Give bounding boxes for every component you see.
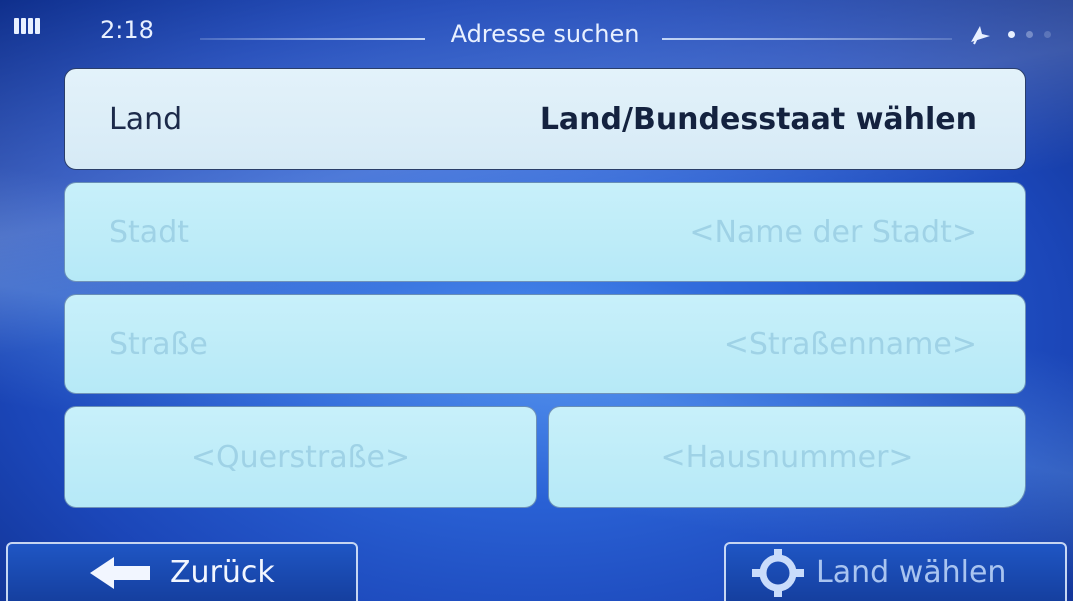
street-label: Straße — [109, 326, 208, 362]
city-placeholder: <Name der Stadt> — [689, 214, 977, 250]
cross-street-field[interactable]: <Querstraße> — [64, 406, 537, 508]
house-number-placeholder: <Hausnummer> — [660, 439, 914, 475]
status-bar: 2:18 Adresse suchen — [0, 0, 1073, 58]
title-divider-left — [200, 38, 425, 40]
country-field[interactable]: Land Land/Bundesstaat wählen — [64, 68, 1026, 170]
title-divider-right — [662, 38, 952, 40]
gps-signal-dot — [1044, 31, 1051, 38]
country-value: Land/Bundesstaat wählen — [539, 101, 977, 137]
gps-satellite-icon — [971, 26, 990, 45]
back-label: Zurück — [170, 555, 275, 590]
back-button[interactable]: Zurück — [6, 542, 358, 601]
battery-icon — [14, 18, 44, 38]
screen-title: Adresse suchen — [450, 20, 640, 48]
select-country-label: Land wählen — [816, 555, 1007, 590]
cross-street-placeholder: <Querstraße> — [190, 439, 411, 475]
house-number-field[interactable]: <Hausnummer> — [548, 406, 1026, 508]
gps-status — [968, 22, 1058, 46]
country-label: Land — [109, 101, 183, 137]
gps-signal-dot — [1008, 31, 1015, 38]
select-country-button[interactable]: Land wählen — [724, 542, 1067, 601]
gps-signal-dot — [1026, 31, 1033, 38]
city-field[interactable]: Stadt <Name der Stadt> — [64, 182, 1026, 282]
clock: 2:18 — [100, 16, 154, 44]
city-label: Stadt — [109, 214, 189, 250]
street-field[interactable]: Straße <Straßenname> — [64, 294, 1026, 394]
crosshair-icon — [752, 548, 804, 597]
street-placeholder: <Straßenname> — [723, 326, 977, 362]
arrow-left-icon — [90, 556, 150, 589]
